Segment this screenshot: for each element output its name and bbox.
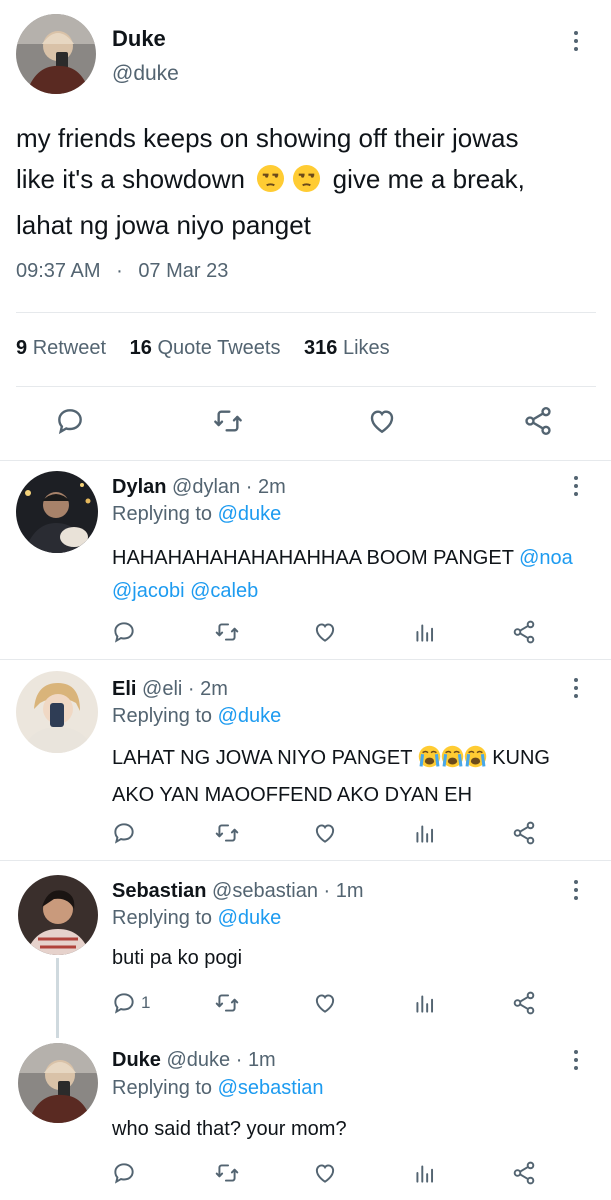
replying-to: Replying to @sebastian — [112, 1077, 324, 1099]
reply-text: LAHAT NG JOWA NIYO PANGET KUNG AKO YAN M… — [112, 745, 550, 806]
heart-icon[interactable] — [366, 405, 398, 437]
retweet-icon[interactable] — [214, 990, 240, 1016]
reply-icon[interactable] — [111, 820, 137, 846]
reply-text: HAHAHAHAHAHAHAHHAA BOOM PANGET @noa @jac… — [112, 547, 573, 602]
share-icon[interactable] — [511, 1160, 537, 1186]
avatar[interactable] — [18, 875, 98, 955]
reply-time: 1m — [335, 880, 364, 902]
share-icon[interactable] — [522, 405, 554, 437]
reply-icon[interactable] — [54, 405, 86, 437]
mention-link[interactable]: @duke — [218, 503, 282, 525]
divider — [0, 860, 611, 861]
analytics-icon[interactable] — [412, 1160, 438, 1186]
mention-link[interactable]: @noa — [519, 547, 573, 569]
heart-icon[interactable] — [312, 990, 338, 1016]
share-icon[interactable] — [511, 990, 537, 1016]
analytics-icon[interactable] — [412, 820, 438, 846]
author-handle[interactable]: @eli — [142, 678, 182, 700]
more-vertical-icon[interactable] — [573, 880, 579, 900]
quote-tweets-stat[interactable]: 16 Quote Tweets — [130, 337, 281, 359]
tweet-text: my friends keeps on showing off their jo… — [16, 118, 601, 246]
tweet-text-line: like it's a showdown give me a break, — [16, 159, 601, 205]
tweet-text-line: lahat ng jowa niyo panget — [16, 210, 311, 240]
tweet-stats: 9 Retweet 16 Quote Tweets 316 Likes — [16, 337, 390, 360]
author-name[interactable]: Duke — [112, 1049, 161, 1071]
replying-to: Replying to @duke — [112, 503, 282, 525]
loudly-crying-face-emoji — [418, 745, 441, 779]
divider — [16, 312, 596, 313]
mention-link[interactable]: @caleb — [190, 580, 258, 602]
likes-stat[interactable]: 316 Likes — [304, 337, 390, 359]
tweet-timestamp[interactable]: 09:37 AM · 07 Mar 23 — [16, 260, 228, 283]
retweet-icon[interactable] — [214, 1160, 240, 1186]
avatar[interactable] — [16, 471, 98, 553]
author-name[interactable]: Sebastian — [112, 880, 206, 902]
reply-header: Dylan @dylan · 2m — [112, 476, 286, 499]
reply-header: Eli @eli · 2m — [112, 678, 228, 701]
reply-time: 2m — [257, 476, 286, 498]
reply-icon[interactable]: 1 — [111, 990, 150, 1016]
author-handle[interactable]: @duke — [112, 62, 179, 86]
heart-icon[interactable] — [312, 1160, 338, 1186]
share-icon[interactable] — [511, 619, 537, 645]
mention-link[interactable]: @duke — [218, 907, 282, 929]
avatar[interactable] — [16, 671, 98, 753]
reply-header: Sebastian @sebastian · 1m — [112, 880, 364, 903]
heart-icon[interactable] — [312, 619, 338, 645]
author-handle[interactable]: @sebastian — [212, 880, 318, 902]
separator: · — [235, 1049, 243, 1071]
avatar[interactable] — [18, 1043, 98, 1123]
more-vertical-icon[interactable] — [573, 476, 579, 496]
reply-icon[interactable] — [111, 1160, 137, 1186]
analytics-icon[interactable] — [412, 990, 438, 1016]
more-vertical-icon[interactable] — [573, 1050, 579, 1070]
separator: · — [323, 880, 331, 902]
analytics-icon[interactable] — [412, 619, 438, 645]
heart-icon[interactable] — [312, 820, 338, 846]
tweet-text-line: my friends keeps on showing off their jo… — [16, 123, 519, 153]
replying-to: Replying to @duke — [112, 907, 282, 929]
retweet-stat[interactable]: 9 Retweet — [16, 337, 106, 359]
unamused-face-emoji — [256, 164, 285, 205]
thread-line — [56, 958, 59, 1038]
loudly-crying-face-emoji — [464, 745, 487, 779]
reply-text: who said that? your mom? — [112, 1118, 347, 1140]
reply-count: 1 — [141, 993, 151, 1012]
unamused-face-emoji — [292, 164, 321, 205]
retweet-icon[interactable] — [214, 619, 240, 645]
reply-header: Duke @duke · 1m — [112, 1049, 276, 1072]
mention-link[interactable]: @sebastian — [218, 1077, 324, 1099]
reply-text: buti pa ko pogi — [112, 947, 243, 969]
reply-icon[interactable] — [111, 619, 137, 645]
mention-link[interactable]: @duke — [218, 705, 282, 727]
divider — [0, 659, 611, 660]
replying-to: Replying to @duke — [112, 705, 282, 727]
divider — [16, 386, 596, 387]
retweet-icon[interactable] — [212, 405, 244, 437]
separator: · — [187, 678, 195, 700]
more-vertical-icon[interactable] — [573, 678, 579, 698]
author-name[interactable]: Dylan — [112, 476, 166, 498]
mention-link[interactable]: @jacobi — [112, 580, 185, 602]
reply-time: 2m — [200, 678, 228, 700]
author-handle[interactable]: @dylan — [172, 476, 240, 498]
retweet-icon[interactable] — [214, 820, 240, 846]
avatar[interactable] — [16, 14, 96, 94]
share-icon[interactable] — [511, 820, 537, 846]
loudly-crying-face-emoji — [441, 745, 464, 779]
reply-time: 1m — [247, 1049, 276, 1071]
separator: · — [245, 476, 253, 498]
author-name[interactable]: Eli — [112, 678, 136, 700]
more-vertical-icon[interactable] — [573, 31, 579, 51]
author-name[interactable]: Duke — [112, 26, 166, 52]
divider — [0, 460, 611, 461]
author-handle[interactable]: @duke — [166, 1049, 230, 1071]
